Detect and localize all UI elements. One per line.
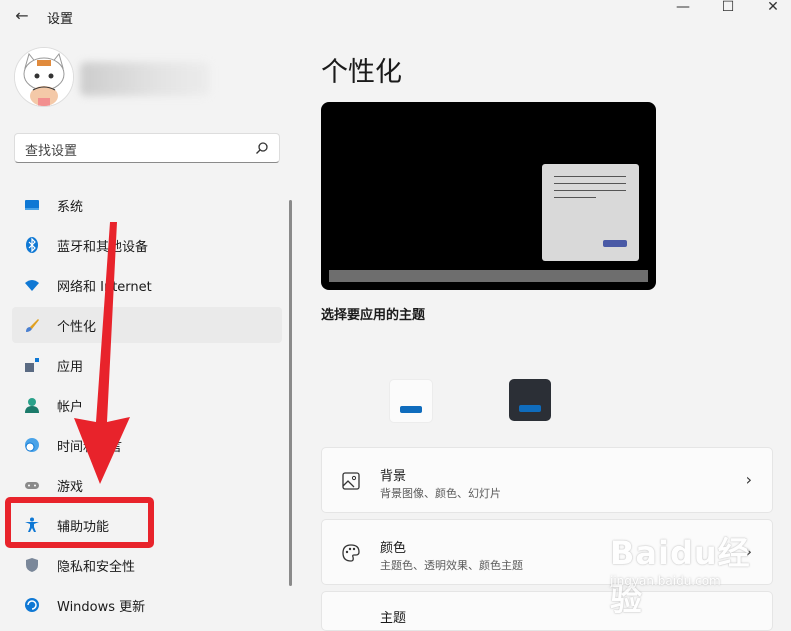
update-icon [25, 598, 39, 612]
avatar-cat-icon [15, 48, 73, 106]
preview-taskbar [329, 270, 648, 282]
background-card[interactable]: 背景 背景图像、颜色、幻灯片 › [321, 447, 773, 513]
card-title: 背景 [380, 469, 407, 484]
account-name-blurred [80, 62, 210, 96]
sidebar-item-label: Windows 更新 [57, 600, 146, 615]
theme-preview [321, 102, 656, 290]
apps-icon [25, 358, 39, 372]
card-subtitle: 主题色、透明效果、颜色主题 [380, 559, 523, 572]
red-highlight-box [5, 497, 154, 548]
display-icon [25, 200, 39, 210]
sidebar-item-windows-update[interactable]: Windows 更新 [12, 587, 282, 623]
page-title: 个性化 [321, 57, 402, 88]
back-button[interactable]: ← [10, 4, 34, 28]
card-title: 颜色 [380, 541, 407, 556]
search-box[interactable]: 查找设置 [14, 133, 280, 163]
theme-dark-option[interactable] [509, 379, 551, 421]
avatar[interactable] [14, 47, 74, 107]
preview-window [542, 164, 639, 261]
wifi-icon [25, 280, 39, 291]
search-icon[interactable] [255, 141, 269, 155]
palette-icon [342, 544, 360, 562]
maximize-icon[interactable]: ☐ [708, 0, 748, 14]
sidebar-item-system[interactable]: 系统 [12, 187, 282, 223]
window-title: 设置 [47, 12, 74, 27]
brush-icon [26, 319, 39, 332]
theme-section-label: 选择要应用的主题 [321, 308, 426, 323]
gamepad-icon [25, 482, 39, 489]
close-icon[interactable]: ✕ [753, 0, 791, 14]
watermark-url: jingyan.baidu.com [610, 574, 721, 588]
image-icon [342, 472, 360, 490]
bluetooth-icon [26, 237, 38, 253]
sidebar-scrollbar[interactable] [289, 200, 292, 586]
card-subtitle: 背景图像、颜色、幻灯片 [380, 487, 501, 500]
card-title: 主题 [380, 611, 407, 626]
chevron-right-icon: › [745, 470, 752, 489]
sidebar-item-label: 系统 [57, 200, 84, 215]
sidebar-item-privacy[interactable]: 隐私和安全性 [12, 547, 282, 583]
red-arrow-annotation [74, 222, 130, 484]
watermark: Baidu经验 jingyan.baidu.com [580, 522, 780, 618]
minimize-icon[interactable]: — [663, 0, 703, 14]
theme-light-option[interactable] [389, 379, 433, 423]
sidebar-item-label: 隐私和安全性 [57, 560, 136, 575]
shield-icon [26, 558, 38, 572]
person-icon [25, 398, 39, 413]
search-input[interactable]: 查找设置 [25, 140, 77, 159]
globe-clock-icon [25, 438, 39, 452]
